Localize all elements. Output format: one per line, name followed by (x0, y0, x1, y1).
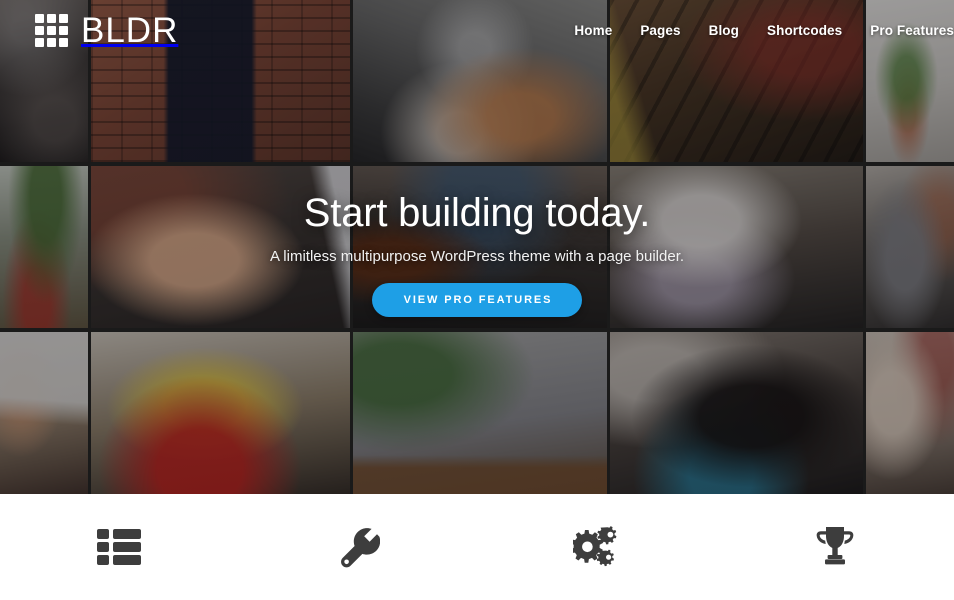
nav-link-home[interactable]: Home (574, 23, 612, 38)
nav-link-shortcodes[interactable]: Shortcodes (767, 23, 842, 38)
tile-overlay (866, 166, 954, 328)
nav-link-blog[interactable]: Blog (709, 23, 739, 38)
photo-tile-coffee (610, 166, 863, 328)
tile-overlay (353, 332, 607, 494)
nav-link-pages[interactable]: Pages (640, 23, 680, 38)
photo-tile-hand (91, 166, 350, 328)
photo-tile-hoodie (866, 166, 954, 328)
feature-item-wrench[interactable] (239, 494, 478, 600)
view-pro-features-button[interactable]: VIEW PRO FEATURES (371, 283, 583, 317)
trophy-icon (816, 527, 854, 565)
feature-icon-bar (0, 494, 954, 600)
tile-overlay (610, 166, 863, 328)
wrench-icon (340, 528, 380, 568)
photo-tile-stool (91, 332, 350, 494)
page-root: BLDR Home Pages Blog Shortcodes Pro Feat… (0, 0, 954, 600)
tile-overlay (866, 332, 954, 494)
feature-item-list-layout[interactable] (0, 494, 239, 600)
tile-overlay (91, 166, 350, 328)
tile-overlay (91, 332, 350, 494)
feature-item-gears[interactable] (477, 494, 716, 600)
photo-tile-garden (0, 166, 88, 328)
tile-overlay (0, 166, 88, 328)
tile-overlay (610, 332, 863, 494)
brand-name: BLDR (81, 10, 179, 50)
main-navigation: Home Pages Blog Shortcodes Pro Features (574, 23, 954, 38)
nav-link-pro-features[interactable]: Pro Features (870, 23, 954, 38)
gears-icon (573, 526, 617, 567)
list-layout-icon (97, 529, 142, 565)
photo-tile-portrait (610, 332, 863, 494)
photo-mosaic (0, 0, 954, 494)
site-header: BLDR Home Pages Blog Shortcodes Pro Feat… (0, 0, 954, 60)
photo-tile-keyboard (0, 332, 88, 494)
brand-logo[interactable]: BLDR (35, 13, 178, 48)
feature-item-trophy[interactable] (716, 494, 954, 600)
grid-3x3-icon (35, 13, 68, 47)
photo-tile-fabric (866, 332, 954, 494)
photo-tile-laptop (353, 332, 607, 494)
tile-overlay (0, 332, 88, 494)
